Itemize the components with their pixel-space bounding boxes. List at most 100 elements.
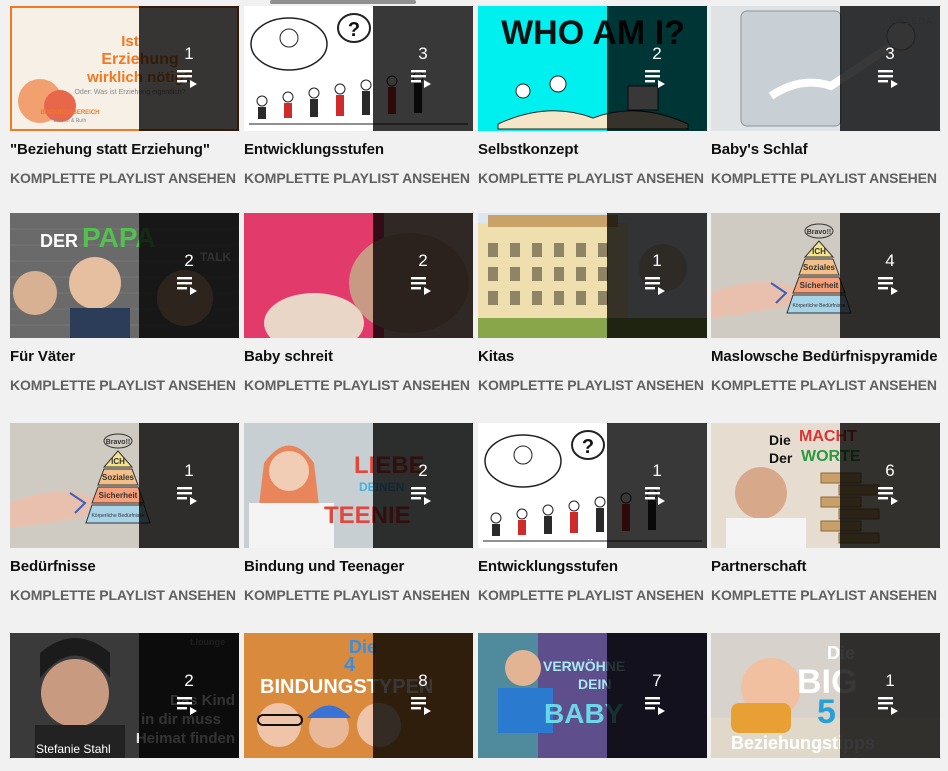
playlist-thumbnail[interactable]: IstErziehungwirklich nötig?Oder: Was ist… [10,6,239,131]
playlist-play-icon [411,696,435,716]
playlist-play-icon [645,486,669,506]
thumbnail-text: Der [769,450,793,466]
video-count: 1 [184,44,194,63]
playlist-count-overlay: 1 [840,633,940,758]
playlist-card[interactable]: WELEDA3 Baby's Schlaf KOMPLETTE PLAYLIST A… [711,6,940,187]
video-count: 6 [885,461,895,480]
playlist-play-icon [645,696,669,716]
playlist-thumbnail[interactable]: Bravo!! ICH Soziales Sicherheit Körperliche … [711,213,940,338]
playlist-thumbnail[interactable]: WELEDA3 [711,6,940,131]
playlist-card[interactable]: Bravo!! ICH Soziales Sicherheit Körperliche … [10,423,239,604]
playlist-play-icon [645,69,669,89]
playlist-play-icon [177,276,201,296]
playlist-title[interactable]: Entwicklungsstufen [478,558,707,576]
playlist-play-icon [878,486,902,506]
question-mark-text: ? [348,19,360,41]
playlist-title[interactable]: Maslowsche Bedürfnispyramide [711,348,940,366]
playlist-card[interactable]: Bravo!! ICH Soziales Sicherheit Körperliche … [711,213,940,394]
playlist-title[interactable]: Kitas [478,348,707,366]
thumbnail-text: 5 [817,693,836,731]
video-count: 3 [418,44,428,63]
thumbnail-text: Soziales [102,473,135,482]
playlist-thumbnail[interactable]: DieBIG5Beziehungstipps1 [711,633,940,758]
playlist-title[interactable]: Partnerschaft [711,558,940,576]
playlist-thumbnail[interactable]: 2 [244,213,473,338]
playlist-card[interactable]: LIEBEDEINENTEENIE2 Bindung und Teenager KO… [244,423,473,604]
playlist-thumbnail[interactable]: Die MACHT Der WORTE 6 [711,423,940,548]
view-full-playlist-link[interactable]: KOMPLETTE PLAYLIST ANSEHEN [244,587,473,604]
playlist-card[interactable]: ? 3 Entwicklungsstufen KOMPLETTE PLAYLIST A… [244,6,473,187]
playlist-thumbnail[interactable]: Bravo!! ICH Soziales Sicherheit Körperliche … [10,423,239,548]
playlist-card[interactable]: Die MACHT Der WORTE 6 Partnerschaft KOMPLETTE … [711,423,940,604]
playlist-title[interactable]: "Beziehung statt Erziehung" [10,141,239,159]
playlist-count-overlay: 1 [607,213,707,338]
playlist-count-overlay: 3 [840,6,940,131]
playlist-play-icon [411,69,435,89]
playlist-thumbnail[interactable]: Stefanie Stahlt.loungeDas Kindin dir mus… [10,633,239,758]
playlist-title[interactable]: Baby schreit [244,348,473,366]
playlist-card[interactable]: Die 4 BINDUNGSTYPEN 8 [244,633,473,758]
view-full-playlist-link[interactable]: KOMPLETTE PLAYLIST ANSEHEN [244,377,473,394]
playlist-count-overlay: 1 [139,423,239,548]
playlist-card[interactable]: 1 Kitas KOMPLETTE PLAYLIST ANSEHEN [478,213,707,394]
playlist-play-icon [878,276,902,296]
playlist-play-icon [645,276,669,296]
thumbnail-text: Ist [121,33,139,50]
video-count: 2 [418,461,428,480]
question-mark-text: ? [582,436,594,458]
playlist-thumbnail[interactable]: Die 4 BINDUNGSTYPEN 8 [244,633,473,758]
video-count: 1 [885,671,895,690]
playlist-card[interactable]: Stefanie Stahlt.loungeDas Kindin dir mus… [10,633,239,758]
playlist-thumbnail[interactable]: WHO AM I? 2 [478,6,707,131]
playlist-card[interactable]: WHO AM I? 2 Selbstkonzept KOMPLETTE PLAYLIS… [478,6,707,187]
video-count: 2 [184,671,194,690]
playlist-play-icon [177,486,201,506]
view-full-playlist-link[interactable]: KOMPLETTE PLAYLIST ANSEHEN [711,587,940,604]
playlist-card[interactable]: VERWÖHNE DEIN BABY 7 [478,633,707,758]
view-full-playlist-link[interactable]: KOMPLETTE PLAYLIST ANSEHEN [478,170,707,187]
playlist-thumbnail[interactable]: ? 3 [244,6,473,131]
playlist-title[interactable]: Baby's Schlaf [711,141,940,159]
playlist-title[interactable]: Bedürfnisse [10,558,239,576]
thumbnail-text: Dr. Jan & Ruth [54,118,87,124]
scroll-indicator [270,0,416,4]
playlist-thumbnail[interactable]: LIEBEDEINENTEENIE2 [244,423,473,548]
thumbnail-text: Körperliche Bedürfnisse [792,303,845,309]
playlist-count-overlay: 2 [607,6,707,131]
playlist-thumbnail[interactable]: DERPAPATALK2 [10,213,239,338]
playlist-play-icon [878,69,902,89]
playlist-thumbnail[interactable]: 1 [478,213,707,338]
playlist-count-overlay: 6 [840,423,940,548]
video-count: 2 [652,44,662,63]
playlist-play-icon [411,486,435,506]
thumbnail-text: BINDUNGSBEREICH [40,110,99,116]
view-full-playlist-link[interactable]: KOMPLETTE PLAYLIST ANSEHEN [10,377,239,394]
thumbnail-text: ICH [111,457,125,466]
view-full-playlist-link[interactable]: KOMPLETTE PLAYLIST ANSEHEN [244,170,473,187]
view-full-playlist-link[interactable]: KOMPLETTE PLAYLIST ANSEHEN [478,377,707,394]
playlist-title[interactable]: Entwicklungsstufen [244,141,473,159]
thumbnail-text: Die [769,432,791,448]
thumbnail-text: Soziales [803,263,836,272]
playlist-thumbnail[interactable]: ? 1 [478,423,707,548]
playlist-title[interactable]: Für Väter [10,348,239,366]
view-full-playlist-link[interactable]: KOMPLETTE PLAYLIST ANSEHEN [711,377,940,394]
view-full-playlist-link[interactable]: KOMPLETTE PLAYLIST ANSEHEN [10,587,239,604]
view-full-playlist-link[interactable]: KOMPLETTE PLAYLIST ANSEHEN [711,170,940,187]
playlist-count-overlay: 1 [139,6,239,131]
video-count: 3 [885,44,895,63]
video-count: 8 [418,671,428,690]
playlist-title[interactable]: Bindung und Teenager [244,558,473,576]
playlist-title[interactable]: Selbstkonzept [478,141,707,159]
playlist-card[interactable]: 2 Baby schreit KOMPLETTE PLAYLIST ANSEHEN [244,213,473,394]
playlist-card[interactable]: DERPAPATALK2 Für Väter KOMPLETTE PLAYLIST … [10,213,239,394]
thumbnail-text: Körperliche Bedürfnisse [91,513,144,519]
playlist-thumbnail[interactable]: VERWÖHNE DEIN BABY 7 [478,633,707,758]
playlist-card[interactable]: ? 1 Entwicklungsstufen KOMPLETTE PLAYLIST A… [478,423,707,604]
view-full-playlist-link[interactable]: KOMPLETTE PLAYLIST ANSEHEN [10,170,239,187]
playlist-card[interactable]: DieBIG5Beziehungstipps1 [711,633,940,758]
view-full-playlist-link[interactable]: KOMPLETTE PLAYLIST ANSEHEN [478,587,707,604]
playlist-play-icon [411,276,435,296]
thumbnail-text: Stefanie Stahl [36,742,111,756]
playlist-card[interactable]: IstErziehungwirklich nötig?Oder: Was ist… [10,6,239,187]
